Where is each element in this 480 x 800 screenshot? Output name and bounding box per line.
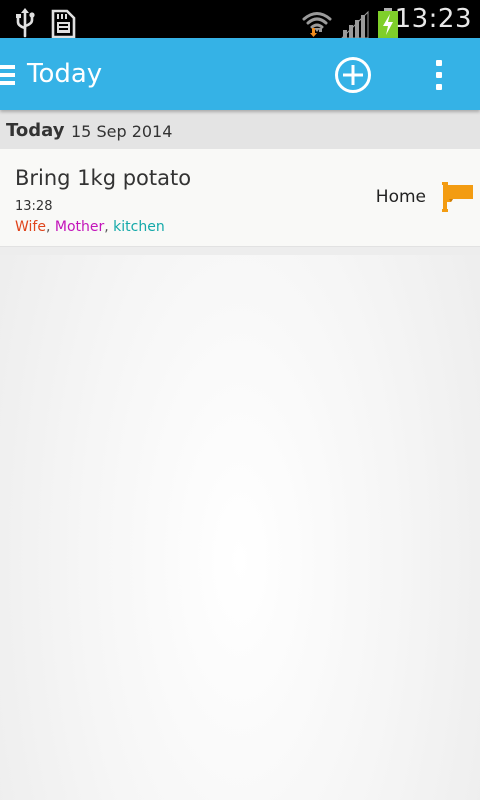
section-title: Today <box>6 120 65 141</box>
navigation-drawer-toggle[interactable]: Today <box>0 38 120 110</box>
usb-icon <box>16 8 35 38</box>
task-title: Bring 1kg potato <box>15 166 192 190</box>
tag-separator: , <box>45 219 55 235</box>
task-time: 13:28 <box>15 199 53 214</box>
add-icon[interactable] <box>334 56 372 94</box>
status-clock: 13:23 <box>394 4 472 34</box>
overflow-menu-icon[interactable] <box>426 56 452 94</box>
section-date: 15 Sep 2014 <box>71 122 173 141</box>
status-bar: 13:23 <box>0 0 480 39</box>
page-title: Today <box>27 59 103 89</box>
flag-icon[interactable] <box>442 181 474 213</box>
action-bar: Today <box>0 38 480 110</box>
tag-mother: Mother <box>54 219 105 235</box>
section-header: Today 15 Sep 2014 <box>0 110 480 149</box>
task-location: Home <box>375 187 426 207</box>
tag-separator: , <box>104 219 114 235</box>
tag-wife: Wife <box>15 219 46 235</box>
task-tags: Wife, Mother, kitchen <box>15 219 165 235</box>
tag-kitchen: kitchen <box>113 219 165 235</box>
task-row[interactable]: Bring 1kg potato 13:28 Wife, Mother, kit… <box>0 149 480 247</box>
menu-icon <box>0 65 15 85</box>
task-list: Bring 1kg potato 13:28 Wife, Mother, kit… <box>0 149 480 255</box>
